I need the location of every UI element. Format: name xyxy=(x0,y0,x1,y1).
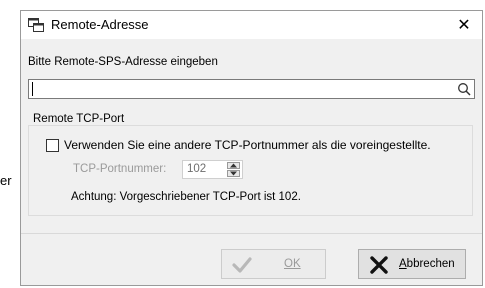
address-prompt: Bitte Remote-SPS-Adresse eingeben xyxy=(28,56,218,68)
address-input[interactable] xyxy=(28,79,475,99)
port-number-label: TCP-Portnummer: xyxy=(73,163,167,175)
port-number-value: 102 xyxy=(187,163,207,175)
port-number-stepper[interactable]: 102 xyxy=(182,160,243,179)
title-bar[interactable]: Remote-Adresse ✕ xyxy=(21,11,482,39)
spin-up-button[interactable] xyxy=(227,162,240,169)
cancel-mnemonic: A xyxy=(399,258,407,270)
cancel-label-rest: bbrechen xyxy=(406,258,455,270)
background-text-fragment: er xyxy=(0,173,12,188)
spin-down-icon xyxy=(230,171,237,176)
x-icon xyxy=(370,256,388,274)
close-icon: ✕ xyxy=(457,17,471,34)
custom-port-checkbox[interactable] xyxy=(46,139,59,152)
port-note: Achtung: Vorgeschriebener TCP-Port ist 1… xyxy=(71,191,301,203)
checkmark-icon xyxy=(232,257,252,273)
window-network-icon xyxy=(28,18,44,32)
spin-down-button[interactable] xyxy=(227,170,240,177)
text-caret xyxy=(32,82,33,96)
ok-button-label: OK xyxy=(284,258,301,270)
cancel-button-label: Abbrechen xyxy=(399,258,455,270)
close-button[interactable]: ✕ xyxy=(446,11,482,39)
button-separator xyxy=(21,233,482,234)
ok-button[interactable]: OK xyxy=(221,249,326,279)
remote-address-dialog: Remote-Adresse ✕ Bitte Remote-SPS-Adress… xyxy=(20,10,483,286)
dialog-title: Remote-Adresse xyxy=(51,17,149,32)
search-icon[interactable] xyxy=(457,82,471,96)
tcp-port-group-legend: Remote TCP-Port xyxy=(31,113,127,125)
custom-port-checkbox-label[interactable]: Verwenden Sie eine andere TCP-Portnummer… xyxy=(64,138,431,152)
spin-up-icon xyxy=(230,163,237,168)
cancel-button[interactable]: Abbrechen xyxy=(358,249,466,279)
